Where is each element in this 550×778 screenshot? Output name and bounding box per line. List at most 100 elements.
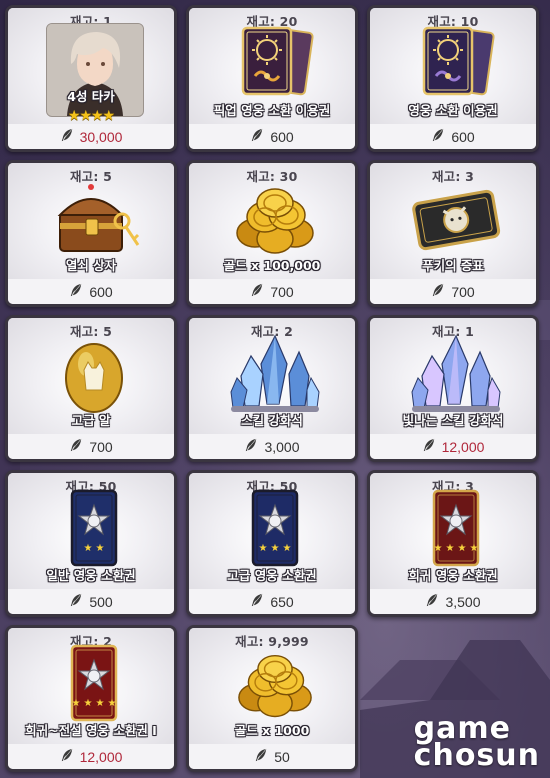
feather-icon	[425, 592, 439, 611]
feather-icon	[69, 437, 83, 456]
feather-icon	[60, 747, 74, 766]
feather-icon	[250, 127, 264, 146]
item-price: 12,000	[441, 438, 485, 455]
item-display: 재고: 3 ★ ★ ★ ★ 희귀 영웅 소환권	[370, 473, 536, 590]
item-name: 고급 알	[71, 413, 111, 428]
price-bar[interactable]: 600	[8, 279, 174, 304]
item-price: 50	[274, 748, 290, 765]
item-price: 700	[270, 283, 294, 300]
feather-icon	[431, 127, 445, 146]
item-price: 700	[89, 438, 113, 455]
price-bar[interactable]: 650	[189, 589, 355, 614]
svg-text:★: ★	[271, 543, 280, 554]
item-name: 고급 영웅 소환권	[227, 568, 317, 583]
price-bar[interactable]: 600	[189, 124, 355, 149]
svg-text:★: ★	[96, 543, 105, 554]
shop-item-card[interactable]: 재고: 1 ★★★★ 4성 타카 30,000	[5, 5, 177, 152]
feather-icon	[244, 437, 258, 456]
shop-item-card[interactable]: 재고: 3 푸키의 증표 700	[367, 160, 539, 307]
item-display: 재고: 20 픽업 영웅 소환 이용권	[189, 8, 355, 125]
star-rating: ★★★★	[67, 108, 115, 124]
item-price: 700	[451, 283, 475, 300]
shop-item-card[interactable]: 재고: 2 스킬 강화석 3,000	[186, 315, 358, 462]
feather-icon	[254, 747, 268, 766]
svg-text:★: ★	[96, 698, 105, 709]
price-bar[interactable]: 12,000	[370, 434, 536, 459]
item-display: 재고: 9,999 골드 x 1000	[189, 628, 355, 745]
shop-item-card[interactable]: 재고: 2 ★ ★ ★ ★ 희귀~전설 영웅 소환권 I 12,000	[5, 625, 177, 772]
shop-item-card[interactable]: 재고: 20 픽업 영웅 소환 이용권 600	[186, 5, 358, 152]
price-bar[interactable]: 600	[370, 124, 536, 149]
item-name: 일반 영웅 소환권	[46, 568, 136, 583]
item-display: 재고: 5 고급 알	[8, 318, 174, 435]
price-bar[interactable]: 12,000	[8, 744, 174, 769]
svg-text:★: ★	[108, 698, 117, 709]
item-price: 500	[89, 593, 113, 610]
svg-text:★: ★	[84, 698, 93, 709]
item-display: 재고: 50 ★ ★ 일반 영웅 소환권	[8, 473, 174, 590]
feather-icon	[250, 282, 264, 301]
feather-icon	[250, 592, 264, 611]
svg-text:★: ★	[446, 543, 455, 554]
watermark-line2: chosun	[413, 738, 540, 774]
price-bar[interactable]: 700	[8, 434, 174, 459]
item-name: 4성 타카	[67, 89, 115, 104]
item-name: 스킬 강화석	[241, 413, 303, 428]
price-bar[interactable]: 700	[189, 279, 355, 304]
item-name: 열쇠 상자	[65, 258, 117, 273]
item-name: 빛나는 스킬 강화석	[402, 413, 504, 428]
item-name: 희귀 영웅 소환권	[408, 568, 498, 583]
item-display: 재고: 2 ★ ★ ★ ★ 희귀~전설 영웅 소환권 I	[8, 628, 174, 745]
svg-text:★: ★	[283, 543, 292, 554]
item-display: 재고: 10 영웅 소환 이용권	[370, 8, 536, 125]
item-price: 12,000	[79, 748, 123, 765]
price-bar[interactable]: 50	[189, 744, 355, 769]
item-name: 희귀~전설 영웅 소환권 I	[25, 723, 157, 738]
feather-icon	[69, 282, 83, 301]
item-display: 재고: 3 푸키의 증표	[370, 163, 536, 280]
item-price: 3,500	[445, 593, 481, 610]
shop-item-card[interactable]: 재고: 30 골드 x 100,000 700	[186, 160, 358, 307]
shop-item-card[interactable]: 재고: 50 ★ ★ ★ 고급 영웅 소환권 650	[186, 470, 358, 617]
item-price: 650	[270, 593, 294, 610]
item-display: 재고: 5 열쇠 상자	[8, 163, 174, 280]
item-name: 골드 x 100,000	[223, 258, 321, 273]
item-name: 골드 x 1000	[234, 723, 310, 738]
shop-item-card[interactable]: 재고: 9,999 골드 x 1000 50	[186, 625, 358, 772]
item-name: 픽업 영웅 소환 이용권	[213, 103, 331, 118]
price-bar[interactable]: 30,000	[8, 124, 174, 149]
item-display: 재고: 2 스킬 강화석	[189, 318, 355, 435]
item-display: 재고: 1 빛나는 스킬 강화석	[370, 318, 536, 435]
item-name: 푸키의 증표	[422, 258, 484, 273]
shop-grid: 재고: 1 ★★★★ 4성 타카 30,000 재고: 20 픽업 영웅 소환 이용권 60…	[0, 0, 550, 778]
item-display: 재고: 1 ★★★★ 4성 타카	[8, 8, 174, 125]
svg-text:★: ★	[259, 543, 268, 554]
feather-icon	[60, 127, 74, 146]
shop-item-card[interactable]: 재고: 10 영웅 소환 이용권 600	[367, 5, 539, 152]
price-bar[interactable]: 700	[370, 279, 536, 304]
item-price: 600	[89, 283, 113, 300]
feather-icon	[422, 437, 436, 456]
watermark-logo: game chosun	[413, 714, 540, 774]
item-price: 600	[270, 128, 294, 145]
feather-icon	[431, 282, 445, 301]
svg-text:★: ★	[470, 543, 479, 554]
svg-text:★: ★	[84, 543, 93, 554]
item-name: 영웅 소환 이용권	[408, 103, 498, 118]
shop-item-card[interactable]: 재고: 5 열쇠 상자 600	[5, 160, 177, 307]
shop-item-card[interactable]: 재고: 50 ★ ★ 일반 영웅 소환권 500	[5, 470, 177, 617]
shop-item-card[interactable]: 재고: 5 고급 알 700	[5, 315, 177, 462]
svg-text:★: ★	[434, 543, 443, 554]
item-display: 재고: 50 ★ ★ ★ 고급 영웅 소환권	[189, 473, 355, 590]
price-bar[interactable]: 3,000	[189, 434, 355, 459]
shop-item-card[interactable]: 재고: 3 ★ ★ ★ ★ 희귀 영웅 소환권 3,500	[367, 470, 539, 617]
feather-icon	[69, 592, 83, 611]
svg-text:★: ★	[458, 543, 467, 554]
price-bar[interactable]: 500	[8, 589, 174, 614]
price-bar[interactable]: 3,500	[370, 589, 536, 614]
shop-item-card[interactable]: 재고: 1 빛나는 스킬 강화석 12,000	[367, 315, 539, 462]
item-price: 3,000	[264, 438, 300, 455]
item-price: 30,000	[79, 128, 123, 145]
item-display: 재고: 30 골드 x 100,000	[189, 163, 355, 280]
item-price: 600	[451, 128, 475, 145]
